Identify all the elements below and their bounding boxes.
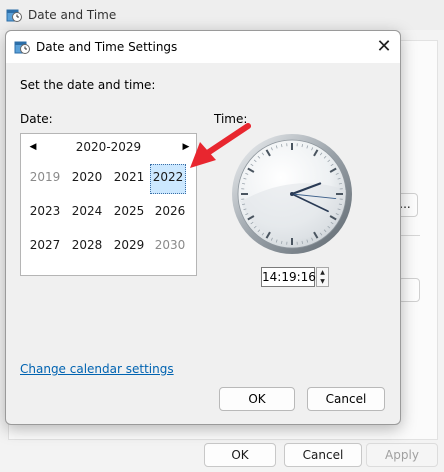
calendar-year-cell-selected[interactable]: 2022 [150, 164, 186, 194]
dialog-title: Date and Time Settings [36, 40, 178, 54]
calendar-year-cell[interactable]: 2021 [111, 164, 147, 190]
calendar-year-cell[interactable]: 2029 [111, 232, 147, 258]
dialog-titlebar: Date and Time Settings ✕ [6, 31, 400, 63]
parent-window-title: Date and Time [28, 8, 117, 22]
calendar-year-cell[interactable]: 2026 [152, 198, 188, 224]
date-time-icon [14, 41, 30, 54]
time-spinner[interactable]: ▲ ▼ [316, 267, 329, 287]
annotation-arrow [190, 123, 251, 168]
calendar-header: ◀ 2020-2029 ▶ [21, 134, 196, 160]
parent-titlebar: Date and Time [0, 0, 444, 30]
calendar-range-label[interactable]: 2020-2029 [61, 140, 156, 154]
parent-ok-button[interactable]: OK [204, 443, 276, 467]
calendar-year-cell[interactable]: 2030 [152, 232, 188, 258]
spin-up-icon[interactable]: ▲ [317, 268, 328, 277]
date-time-icon [6, 9, 22, 22]
partial-field[interactable] [398, 278, 420, 302]
calendar-year-cell[interactable]: 2019 [27, 164, 63, 190]
ok-button[interactable]: OK [219, 387, 295, 411]
prompt-label: Set the date and time: [20, 78, 156, 92]
date-label: Date: [20, 112, 53, 126]
parent-cancel-button[interactable]: Cancel [284, 443, 362, 467]
cancel-button[interactable]: Cancel [307, 387, 385, 411]
parent-apply-button[interactable]: Apply [366, 443, 438, 467]
calendar-year-cell[interactable]: 2027 [27, 232, 63, 258]
calendar-year-cell[interactable]: 2020 [69, 164, 105, 190]
calendar-year-cell[interactable]: 2025 [111, 198, 147, 224]
divider [400, 235, 420, 236]
calendar-year-cell[interactable]: 2024 [69, 198, 105, 224]
calendar-year-cell[interactable]: 2028 [69, 232, 105, 258]
time-input[interactable]: 14:19:16 [261, 267, 316, 287]
prev-arrow-icon[interactable]: ◀ [26, 141, 40, 153]
calendar-decade-view: ◀ 2020-2029 ▶ 2019 2020 2021 2022 2023 2… [20, 133, 197, 276]
calendar-year-cell[interactable]: 2023 [27, 198, 63, 224]
date-time-settings-dialog: Date and Time Settings ✕ Set the date an… [5, 30, 401, 425]
close-icon[interactable]: ✕ [372, 35, 396, 59]
change-calendar-settings-link[interactable]: Change calendar settings [20, 362, 174, 376]
spin-down-icon[interactable]: ▼ [317, 277, 328, 286]
